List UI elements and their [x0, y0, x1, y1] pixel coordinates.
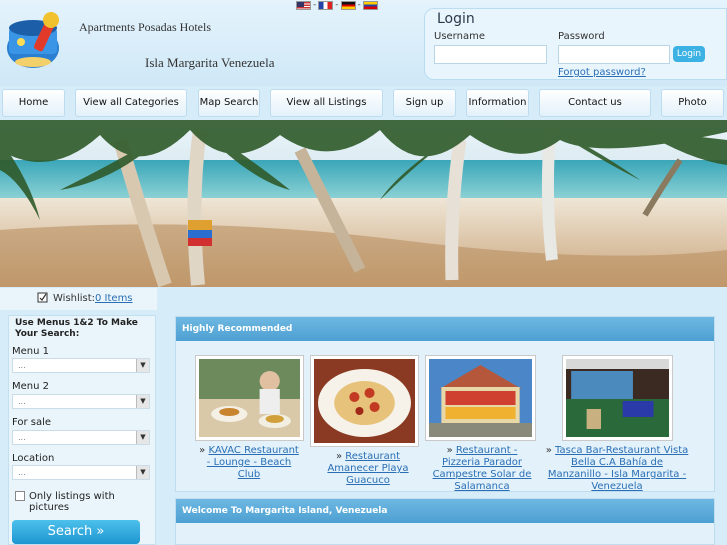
listing-thumbnail[interactable]: [310, 355, 419, 447]
listing-caption: » Restaurant Amanecer Playa Guacuco: [313, 451, 423, 487]
nav-sign-up[interactable]: Sign up: [393, 89, 456, 117]
username-label: Username: [434, 31, 485, 42]
listing-thumbnail[interactable]: [562, 355, 673, 441]
location-label: Location: [12, 453, 55, 464]
logo-bucket-icon[interactable]: [3, 6, 71, 70]
chevron-down-icon: ▼: [136, 431, 149, 444]
nav-photo-gallery[interactable]: Photo Gallery: [661, 89, 724, 134]
search-button[interactable]: Search »: [12, 520, 140, 544]
wishlist-label: Wishlist:: [53, 293, 96, 304]
nav-information[interactable]: Information: [466, 89, 529, 117]
menu2-value: ...: [18, 397, 26, 406]
nav-contact-us[interactable]: Contact us: [539, 89, 651, 117]
pictures-only-checkbox[interactable]: [15, 491, 25, 501]
caption-prefix: »: [446, 445, 453, 456]
flag-separator: -: [313, 0, 317, 10]
chevron-down-icon: ▼: [136, 466, 149, 479]
flag-venezuela-icon[interactable]: [362, 0, 378, 10]
flag-separator: -: [335, 0, 339, 10]
flag-separator: -: [357, 0, 361, 10]
nav-view-all-categories[interactable]: View all Categories: [75, 89, 187, 117]
location-select[interactable]: ... ▼: [12, 465, 150, 480]
caption-prefix: »: [199, 445, 206, 456]
welcome-title: Welcome To Margarita Island, Venezuela: [176, 499, 714, 523]
menu1-label: Menu 1: [12, 346, 49, 357]
forgot-password-link[interactable]: Forgot password?: [558, 67, 646, 78]
caption-prefix: »: [335, 451, 343, 462]
listing-thumbnail[interactable]: [195, 355, 304, 441]
password-label: Password: [558, 31, 605, 42]
wishlist-icon[interactable]: [37, 292, 48, 303]
pictures-only-label: Only listings with pictures: [29, 491, 115, 513]
listing-caption: » KAVAC Restaurant - Lounge - Beach Club: [196, 445, 302, 481]
listing-link[interactable]: KAVAC Restaurant - Lounge - Beach Club: [207, 445, 299, 480]
listing-link[interactable]: Tasca Bar-Restaurant Vista Bella C.A Bah…: [548, 445, 688, 492]
listing-thumbnail[interactable]: [425, 355, 536, 441]
location-value: ...: [18, 468, 26, 477]
login-box: Login Username Password Login Forgot pas…: [424, 8, 727, 80]
forsale-select[interactable]: ... ▼: [12, 430, 150, 445]
forsale-value: ...: [18, 433, 26, 442]
chevron-down-icon: ▼: [136, 395, 149, 408]
listing-caption: » Restaurant - Pizzeria Parador Campestr…: [428, 445, 536, 493]
menu1-value: ...: [18, 361, 26, 370]
menu1-select[interactable]: ... ▼: [12, 358, 150, 373]
wishlist-count-link[interactable]: 0 Items: [95, 293, 133, 304]
password-input[interactable]: [558, 45, 670, 64]
nav-home[interactable]: Home: [2, 89, 65, 117]
site-title: Apartments Posadas Hotels: [79, 20, 211, 34]
welcome-panel: Welcome To Margarita Island, Venezuela: [175, 498, 715, 545]
header: Apartments Posadas Hotels Isla Margarita…: [0, 0, 727, 86]
sidebar-title: Use Menus 1&2 To Make Your Search:: [15, 318, 138, 339]
login-title: Login: [437, 11, 475, 27]
nav-view-all-listings[interactable]: View all Listings: [270, 89, 383, 117]
nav-map-search[interactable]: Map Search: [198, 89, 260, 117]
main-nav: Home View all Categories Map Search View…: [0, 87, 727, 134]
site-subtitle: Isla Margarita Venezuela: [145, 55, 275, 70]
wishlist-bar: Wishlist: 0 Items: [0, 288, 157, 310]
listing-caption: » Tasca Bar-Restaurant Vista Bella C.A B…: [543, 445, 691, 493]
menu2-select[interactable]: ... ▼: [12, 394, 150, 409]
beach-banner-image: [0, 120, 727, 287]
menu2-label: Menu 2: [12, 381, 49, 392]
chevron-down-icon: ▼: [136, 359, 149, 372]
highly-recommended-panel: Highly Recommended » KAVAC Restaurant - …: [175, 316, 715, 492]
highly-recommended-title: Highly Recommended: [176, 317, 714, 341]
caption-prefix: »: [545, 445, 552, 456]
flag-french-icon[interactable]: [318, 0, 334, 10]
login-button[interactable]: Login: [673, 46, 705, 62]
forsale-label: For sale: [12, 417, 52, 428]
flag-english-icon[interactable]: [296, 0, 311, 10]
language-flags: - - -: [296, 0, 378, 10]
flag-german-icon[interactable]: [340, 0, 356, 10]
search-sidebar: Use Menus 1&2 To Make Your Search: Menu …: [8, 315, 156, 545]
username-input[interactable]: [434, 45, 547, 64]
